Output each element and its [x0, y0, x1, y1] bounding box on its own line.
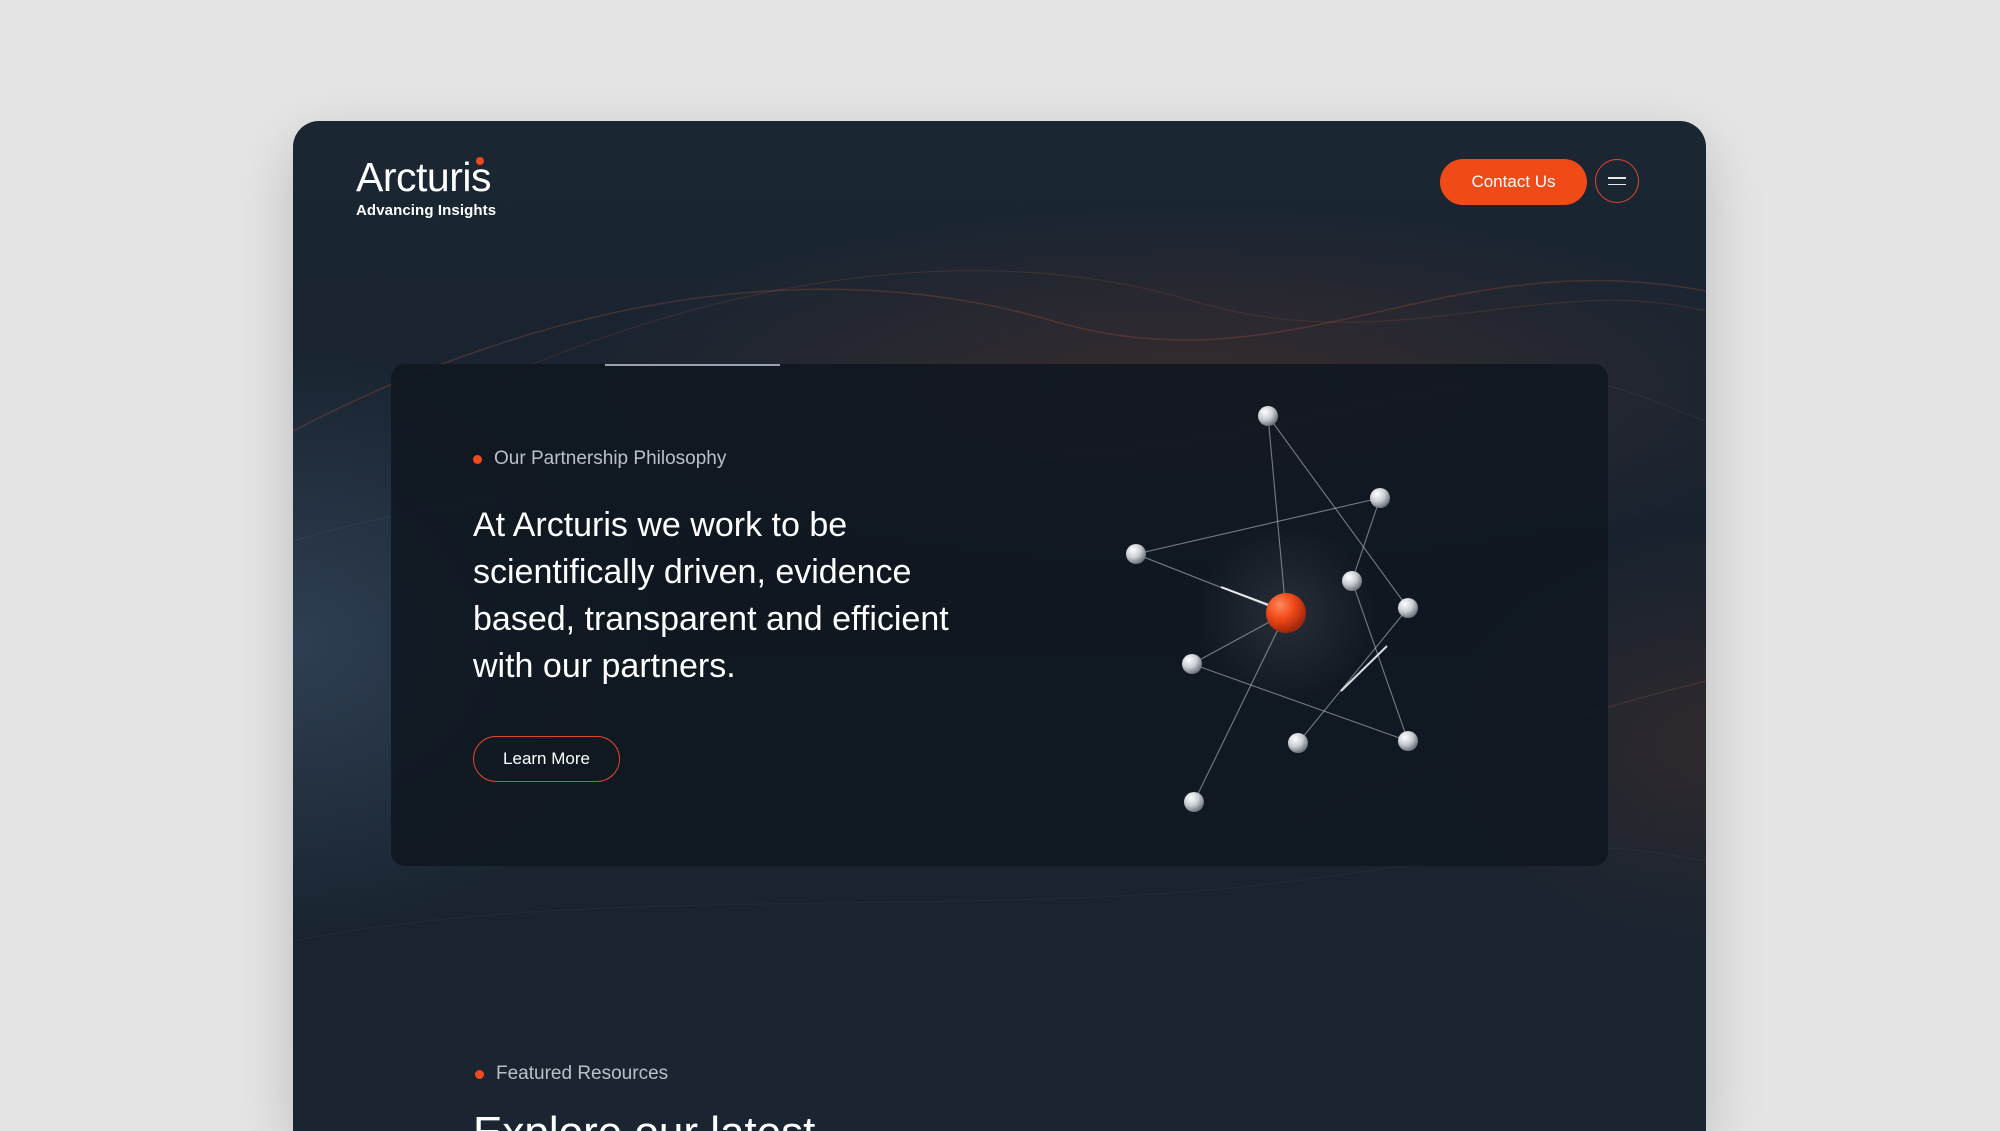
- hamburger-icon: [1608, 177, 1626, 179]
- partnership-eyebrow: Our Partnership Philosophy: [473, 448, 726, 470]
- featured-eyebrow: Featured Resources: [475, 1063, 668, 1085]
- logo-wordmark: Arcturis: [356, 154, 491, 200]
- partnership-headline: At Arcturis we work to be scientifically…: [473, 506, 949, 685]
- featured-eyebrow-label: Featured Resources: [496, 1063, 669, 1084]
- partnership-card: Our Partnership Philosophy At Arcturis w…: [391, 364, 1608, 866]
- hamburger-icon-line: [1608, 183, 1626, 185]
- bullet-dot-icon: [475, 1069, 484, 1079]
- bullet-dot-icon: [473, 454, 482, 464]
- page-frame: Arcturis Advancing Insights Contact Us O…: [293, 121, 1706, 1131]
- molecule-network-illustration: [1126, 406, 1418, 812]
- contact-us-button[interactable]: Contact Us: [1440, 159, 1587, 205]
- featured-heading-text: Explore our latest: [473, 1111, 1073, 1131]
- eyebrow-label: Our Partnership Philosophy: [494, 448, 727, 469]
- featured-heading: Explore our latest: [473, 1111, 1073, 1131]
- logo-accent-dot: [476, 157, 484, 165]
- logo-tagline: Advancing Insights: [356, 202, 497, 219]
- learn-more-button[interactable]: Learn More: [473, 736, 620, 782]
- menu-button[interactable]: [1595, 159, 1639, 203]
- logo[interactable]: Arcturis Advancing Insights: [356, 154, 497, 220]
- carousel-progress-indicator: [605, 364, 780, 366]
